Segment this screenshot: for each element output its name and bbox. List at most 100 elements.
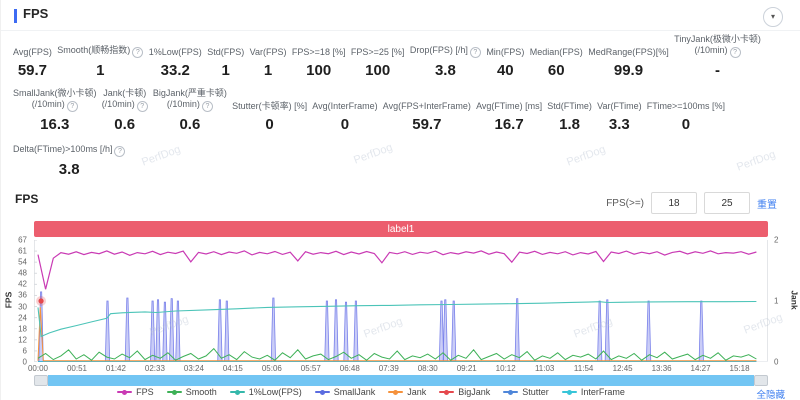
smalljank-spike xyxy=(515,299,519,362)
legend-series-label: Smooth xyxy=(186,387,217,397)
chart-label-band: label1 xyxy=(34,221,768,237)
chart-range-scrollbar[interactable] xyxy=(34,375,768,386)
watermark: PerfDog xyxy=(565,143,607,168)
page-title: FPS xyxy=(23,6,48,21)
collapse-button[interactable]: ▾ xyxy=(763,7,783,27)
stat-label: BigJank(严重卡顿) (/10min)? xyxy=(153,88,227,112)
watermark: PerfDog xyxy=(735,148,777,173)
smalljank-spike xyxy=(334,300,338,362)
stats-row-2: SmallJank(微小卡顿) (/10min)?16.3Jank(卡顿) (/… xyxy=(11,88,727,134)
y-tick-label: 30 xyxy=(18,302,27,311)
y-tick-label: 0 xyxy=(23,358,27,367)
smalljank-spike xyxy=(354,301,358,362)
y-axis-left-name: FPS xyxy=(3,292,13,309)
legend-series-marker xyxy=(230,391,245,393)
y-tick-label: 1 xyxy=(774,297,778,306)
y-tick-label: 42 xyxy=(18,280,27,289)
stat-label: SmallJank(微小卡顿) (/10min)? xyxy=(13,88,97,112)
stat-value: 0 xyxy=(341,116,349,134)
stat-value: 3.3 xyxy=(609,116,630,134)
help-icon[interactable]: ? xyxy=(67,101,78,112)
stat-value: 0.6 xyxy=(114,116,135,134)
stat-value: 3.8 xyxy=(59,161,80,179)
legend-series-label: 1%Low(FPS) xyxy=(249,387,302,397)
smalljank-spike xyxy=(105,301,109,362)
stat-value: 1 xyxy=(264,62,272,80)
help-icon[interactable]: ? xyxy=(202,101,213,112)
legend-item[interactable]: Jank xyxy=(388,387,426,397)
legend-series-marker xyxy=(167,391,182,393)
stat-label: Stutter(卡顿率) [%] xyxy=(232,101,307,112)
stat-value: 99.9 xyxy=(614,62,643,80)
x-tick-label: 02:33 xyxy=(145,364,165,373)
stat-label: Median(FPS) xyxy=(530,47,583,58)
help-icon[interactable]: ? xyxy=(114,146,125,157)
y-tick-label: 61 xyxy=(18,247,27,256)
fps-threshold-input-1[interactable] xyxy=(651,192,697,214)
legend-series-marker xyxy=(503,391,518,393)
stat-label: MedRange(FPS)[%] xyxy=(588,47,669,58)
legend-item[interactable]: SmallJank xyxy=(315,387,376,397)
y-tick-label: 18 xyxy=(18,324,27,333)
stat-cell: Jank(卡顿) (/10min)?0.6 xyxy=(100,88,150,134)
smalljank-spike xyxy=(605,300,609,362)
y-tick-label: 24 xyxy=(18,313,27,322)
stat-cell: FPS>=25 [%]100 xyxy=(349,47,407,80)
header-divider xyxy=(1,30,800,31)
x-tick-label: 00:51 xyxy=(67,364,87,373)
legend-item[interactable]: InterFrame xyxy=(562,387,625,397)
smalljank-spike xyxy=(170,299,174,362)
scrollbar-right-handle[interactable] xyxy=(754,375,768,386)
reset-link[interactable]: 重置 xyxy=(757,196,777,211)
stat-value: 100 xyxy=(306,62,331,80)
stat-value: 59.7 xyxy=(412,116,441,134)
legend-series-marker xyxy=(388,391,403,393)
legend-series-label: Jank xyxy=(407,387,426,397)
stat-label: Smooth(顺畅指数)? xyxy=(57,45,143,58)
y-tick-label: 2 xyxy=(774,236,778,245)
stat-cell: Std(FPS)1 xyxy=(205,47,246,80)
stat-value: 1.8 xyxy=(559,116,580,134)
legend-item[interactable]: Smooth xyxy=(167,387,217,397)
help-icon[interactable]: ? xyxy=(132,47,143,58)
scrollbar-track[interactable] xyxy=(48,375,754,386)
y-axis-right: 210 xyxy=(771,240,789,362)
legend-series-marker xyxy=(439,391,454,393)
legend-series-label: FPS xyxy=(136,387,154,397)
y-tick-label: 67 xyxy=(18,236,27,245)
help-icon[interactable]: ? xyxy=(137,101,148,112)
x-tick-label: 07:39 xyxy=(379,364,399,373)
title-accent-bar xyxy=(14,9,17,23)
stat-cell: Drop(FPS) [/h]?3.8 xyxy=(408,45,483,80)
fps-chart-canvas[interactable] xyxy=(34,240,768,362)
help-icon[interactable]: ? xyxy=(730,47,741,58)
smalljank-spike xyxy=(176,301,180,362)
legend-series-label: Stutter xyxy=(522,387,549,397)
x-tick-label: 11:54 xyxy=(574,364,593,373)
legend-item[interactable]: FPS xyxy=(117,387,154,397)
y-axis-right-name: Jank xyxy=(790,290,800,309)
stat-value: 40 xyxy=(497,62,514,80)
legend-item[interactable]: 1%Low(FPS) xyxy=(230,387,302,397)
legend-series-label: InterFrame xyxy=(581,387,625,397)
stat-label: 1%Low(FPS) xyxy=(149,47,202,58)
scrollbar-left-handle[interactable] xyxy=(34,375,48,386)
x-tick-label: 05:06 xyxy=(262,364,282,373)
fps-threshold-input-2[interactable] xyxy=(704,192,750,214)
hide-all-link[interactable]: 全隐藏 xyxy=(756,387,785,400)
legend-item[interactable]: BigJank xyxy=(439,387,490,397)
stat-value: 1 xyxy=(222,62,230,80)
stat-label: Std(FTime) xyxy=(547,101,592,112)
stat-value: 33.2 xyxy=(161,62,190,80)
stat-value: 0 xyxy=(682,116,690,134)
stat-cell: Min(FPS)40 xyxy=(484,47,526,80)
stats-row-3: Delta(FTime)>100ms [/h]?3.8 xyxy=(11,144,181,179)
stat-label: Drop(FPS) [/h]? xyxy=(410,45,481,58)
legend-item[interactable]: Stutter xyxy=(503,387,549,397)
smalljank-spike xyxy=(699,301,703,362)
stat-value: 60 xyxy=(548,62,565,80)
fps-report-panel: FPS ▾ Avg(FPS)59.7Smooth(顺畅指数)?11%Low(FP… xyxy=(0,0,800,400)
stat-value: 0 xyxy=(265,116,273,134)
help-icon[interactable]: ? xyxy=(470,47,481,58)
x-tick-label: 11:03 xyxy=(535,364,554,373)
